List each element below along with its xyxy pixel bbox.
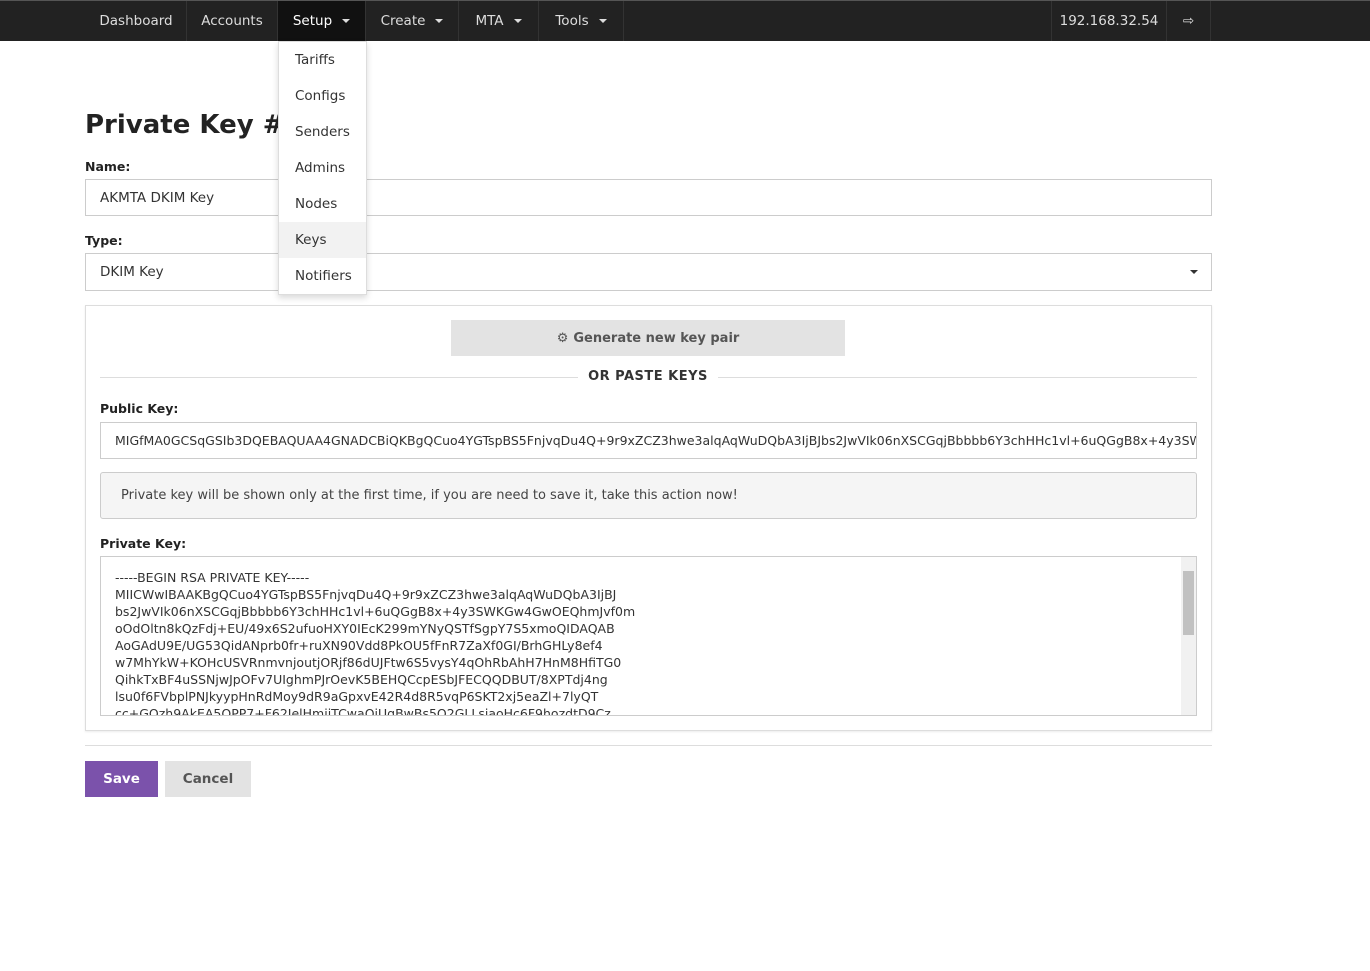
private-key-label: Private Key:	[100, 536, 187, 551]
name-value: AKMTA DKIM Key	[100, 189, 215, 206]
generate-label: Generate new key pair	[573, 330, 740, 346]
nav-create-label: Create	[380, 13, 426, 29]
menu-item-configs[interactable]: Configs	[279, 78, 366, 114]
caret-down-icon	[342, 19, 351, 23]
menu-item-tariffs[interactable]: Tariffs	[279, 42, 366, 78]
alert-text: Private key will be shown only at the fi…	[121, 488, 738, 503]
textarea-scrollbar[interactable]	[1181, 557, 1196, 715]
divider	[85, 745, 1212, 746]
nav-setup-label: Setup	[292, 13, 333, 29]
private-key-textarea[interactable]: -----BEGIN RSA PRIVATE KEY----- MIICWwIB…	[100, 556, 1197, 716]
caret-down-icon	[1190, 270, 1198, 274]
private-key-value: -----BEGIN RSA PRIVATE KEY----- MIICWwIB…	[115, 570, 636, 716]
public-key-label: Public Key:	[100, 401, 179, 416]
nav-mta-label: MTA	[475, 13, 504, 29]
gear-icon: ⚙	[556, 330, 569, 346]
caret-down-icon	[435, 19, 444, 23]
nav-create[interactable]: Create	[366, 1, 459, 41]
nav-accounts[interactable]: Accounts	[187, 1, 278, 41]
type-label: Type:	[85, 233, 123, 248]
type-value: DKIM Key	[100, 264, 164, 280]
nav-tools[interactable]: Tools	[539, 1, 624, 41]
generate-key-button[interactable]: ⚙ Generate new key pair	[451, 320, 845, 356]
divider	[718, 377, 1197, 378]
nav-setup[interactable]: Setup	[278, 1, 366, 41]
caret-down-icon	[513, 19, 522, 23]
or-paste-keys-heading: OR PASTE KEYS	[588, 369, 708, 384]
nav-ip[interactable]: 192.168.32.54	[1051, 1, 1167, 41]
menu-item-senders[interactable]: Senders	[279, 114, 366, 150]
nav-mta[interactable]: MTA	[459, 1, 539, 41]
nav-dashboard[interactable]: Dashboard	[86, 1, 187, 41]
save-button[interactable]: Save	[85, 761, 158, 797]
public-key-value: MIGfMA0GCSqGSIb3DQEBAQUAA4GNADCBiQKBgQCu…	[115, 433, 1196, 448]
divider	[100, 377, 578, 378]
caret-down-icon	[598, 19, 607, 23]
nav-tools-label: Tools	[555, 13, 589, 29]
menu-item-admins[interactable]: Admins	[279, 150, 366, 186]
top-navbar: Dashboard Accounts Setup Create MTA Tool…	[0, 0, 1370, 41]
menu-item-notifiers[interactable]: Notifiers	[279, 258, 366, 294]
public-key-input[interactable]: MIGfMA0GCSqGSIb3DQEBAQUAA4GNADCBiQKBgQCu…	[100, 422, 1197, 459]
menu-item-keys[interactable]: Keys	[279, 222, 366, 258]
menu-item-nodes[interactable]: Nodes	[279, 186, 366, 222]
setup-dropdown-menu: Tariffs Configs Senders Admins Nodes Key…	[278, 41, 367, 295]
name-input[interactable]: AKMTA DKIM Key	[85, 179, 1212, 216]
scrollbar-thumb[interactable]	[1183, 571, 1194, 635]
name-label: Name:	[85, 159, 131, 174]
sign-out-icon[interactable]: ⇨	[1167, 1, 1211, 41]
type-select[interactable]: DKIM Key	[85, 253, 1212, 291]
cancel-button[interactable]: Cancel	[165, 761, 251, 797]
private-key-alert: Private key will be shown only at the fi…	[100, 472, 1197, 519]
page-title: Private Key #n	[85, 110, 304, 140]
